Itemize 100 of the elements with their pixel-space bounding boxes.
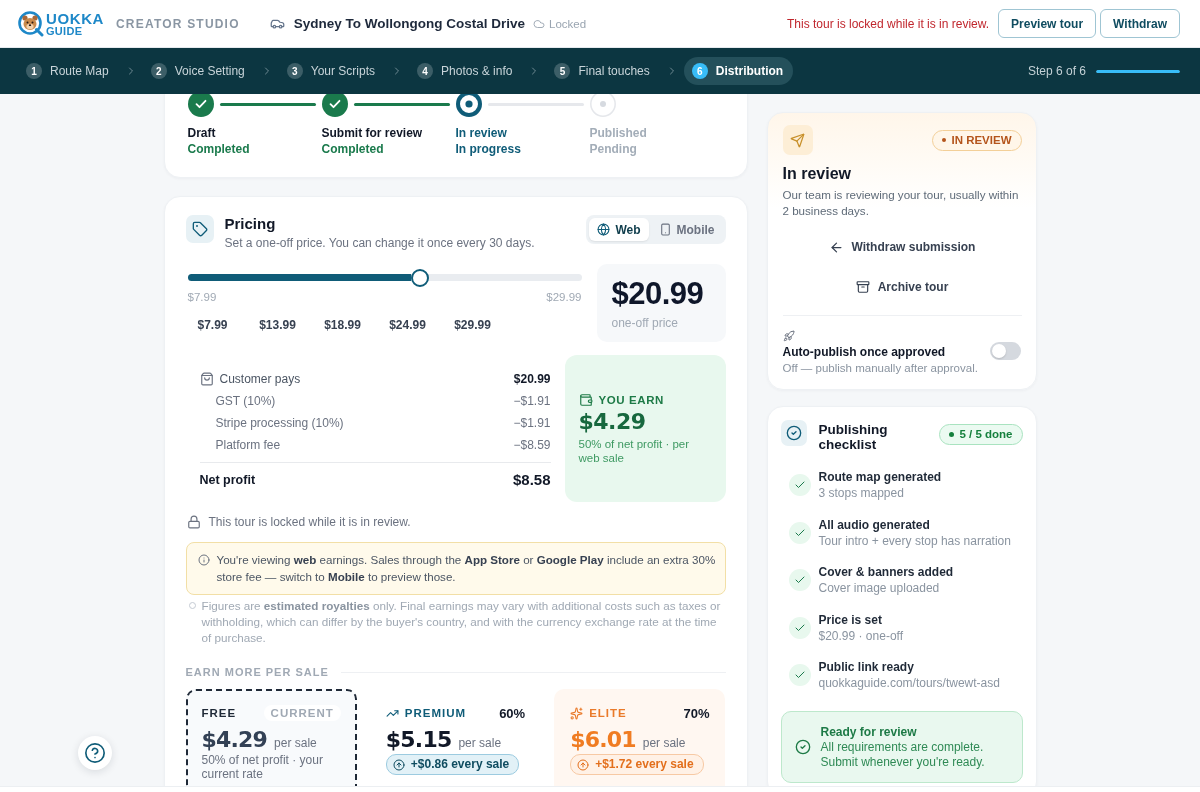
tier-share: 70% bbox=[683, 705, 710, 721]
status-label: IN REVIEW bbox=[951, 132, 1012, 148]
section-title: Pricing bbox=[224, 215, 277, 233]
current-tag: CURRENT bbox=[263, 705, 341, 721]
breakdown-value: −$1.91 bbox=[513, 416, 551, 430]
tier-name: FREE bbox=[201, 707, 237, 719]
help-button[interactable] bbox=[78, 736, 112, 770]
ready-text: All requirements are complete. Submit whenever you're ready. bbox=[820, 740, 986, 769]
toggle-switch[interactable] bbox=[989, 342, 1021, 360]
tier-unit: per sale bbox=[458, 736, 502, 750]
section-subtitle: Set a one-off price. You can change it once every 30 days. bbox=[224, 235, 535, 251]
breakdown-value: −$8.59 bbox=[513, 438, 551, 452]
preset-price-button[interactable]: $18.99 bbox=[315, 313, 370, 337]
gain-label: +$1.72 every sale bbox=[595, 757, 694, 772]
footnote-text: Figures are estimated royalties only. Final earnings may vary with additional costs such as taxes or withholding, which can differ by the buyer's country, and with the currency exchange rate at the time of purchase. bbox=[201, 598, 722, 646]
earnings-value: $4.29 bbox=[578, 407, 647, 436]
auto-publish-label: Auto-publish once approved bbox=[782, 344, 947, 360]
checklist-item-title: Route map generated bbox=[818, 469, 942, 485]
checklist-item-detail: $20.99 · one-off bbox=[818, 627, 903, 644]
stage-label: In review bbox=[455, 125, 508, 141]
wallet-icon bbox=[578, 392, 593, 407]
checklist-item-detail: Cover image uploaded bbox=[818, 580, 941, 596]
status-dot-icon bbox=[942, 138, 947, 142]
globe-icon bbox=[597, 223, 611, 236]
ready-title: Ready for review bbox=[820, 725, 918, 740]
step-tab[interactable]: 1 Route Map bbox=[18, 57, 119, 85]
review-action-button[interactable]: Withdraw submission bbox=[782, 231, 1022, 263]
step-number: 6 bbox=[691, 63, 708, 79]
phone-icon bbox=[658, 223, 672, 236]
stage-label: Draft bbox=[187, 125, 217, 141]
range-min-label: $7.99 bbox=[187, 291, 217, 303]
checklist-item-detail: Tour intro + every stop has narration bbox=[818, 532, 1011, 549]
breakdown-label: Stripe processing (10%) bbox=[215, 416, 344, 430]
breakdown-label: Net profit bbox=[199, 472, 256, 487]
step-number: 5 bbox=[554, 63, 571, 79]
tag-icon bbox=[185, 215, 214, 243]
step-number: 1 bbox=[26, 63, 42, 79]
breakdown-value: $20.99 bbox=[513, 372, 551, 386]
checklist-item-detail: quokkaguide.com/tours/twewt-asd bbox=[818, 675, 1000, 691]
step-count: Step 6 of 6 bbox=[1027, 64, 1086, 78]
breakdown-label: GST (10%) bbox=[215, 394, 276, 408]
checklist-item-title: Cover & banners added bbox=[818, 564, 954, 580]
earnings-label: YOU EARN bbox=[598, 393, 664, 406]
tier-note: 50% of net profit · your current rate bbox=[201, 753, 324, 781]
logo-mark bbox=[18, 10, 44, 37]
preset-price-button[interactable]: $29.99 bbox=[445, 313, 500, 337]
locked-notice: This tour is locked while it is in review. bbox=[787, 16, 990, 31]
earnings-note: 50% of net profit · per web sale bbox=[578, 436, 691, 465]
studio-label: CREATOR STUDIO bbox=[116, 16, 240, 31]
breakdown-label: Customer pays bbox=[219, 372, 301, 386]
check-circle-icon bbox=[794, 739, 811, 755]
step-number: 3 bbox=[286, 63, 303, 79]
tier-name: PREMIUM bbox=[404, 707, 467, 719]
slider-thumb[interactable] bbox=[410, 268, 429, 287]
rocket-icon bbox=[782, 330, 795, 342]
lock-status: Locked bbox=[549, 17, 587, 30]
tier-amount: $4.29 bbox=[201, 727, 268, 753]
platform-tab[interactable]: Mobile bbox=[650, 218, 723, 241]
tier-unit: per sale bbox=[642, 736, 686, 750]
step-tab[interactable]: 3 Your Scripts bbox=[278, 57, 386, 85]
breakdown-value: −$1.91 bbox=[513, 394, 551, 408]
cloud-icon bbox=[533, 17, 545, 30]
step-number: 4 bbox=[417, 63, 434, 79]
checklist-title: Publishing checklist bbox=[818, 422, 889, 452]
small-circle-icon bbox=[188, 602, 196, 609]
step-tab[interactable]: 4 Photos & info bbox=[409, 57, 523, 85]
tier-share: 60% bbox=[499, 705, 526, 721]
preset-price-button[interactable]: $24.99 bbox=[380, 313, 435, 337]
breakdown-label: Platform fee bbox=[215, 438, 281, 452]
info-text: You're viewing web earnings. Sales through the App Store or Google Play include an extra 30% store fee — switch to Mobile to preview those. bbox=[216, 552, 717, 585]
stage-label: Published bbox=[589, 125, 648, 141]
platform-tab[interactable]: Web bbox=[589, 218, 649, 241]
range-max-label: $29.99 bbox=[546, 291, 582, 303]
checklist-item-title: Price is set bbox=[818, 611, 883, 628]
help-icon bbox=[84, 742, 106, 764]
header-button[interactable]: Withdraw bbox=[1100, 9, 1180, 38]
preset-price-button[interactable]: $7.99 bbox=[185, 313, 240, 337]
stage-status: Completed bbox=[321, 141, 385, 157]
tier-unit: per sale bbox=[274, 736, 317, 750]
info-icon bbox=[197, 554, 210, 566]
header-button[interactable]: Preview tour bbox=[998, 9, 1097, 38]
checklist-item-detail: 3 stops mapped bbox=[818, 485, 905, 501]
breakdown-value: $8.58 bbox=[512, 471, 551, 488]
preset-price-button[interactable]: $13.99 bbox=[250, 313, 305, 337]
step-tab[interactable]: 2 Voice Setting bbox=[142, 57, 255, 85]
step-tab[interactable]: 5 Final touches bbox=[546, 57, 660, 85]
arrow-up-circle-icon bbox=[577, 758, 590, 771]
stage-status: In progress bbox=[455, 141, 522, 157]
stage-status: Completed bbox=[187, 141, 251, 157]
review-action-button[interactable]: Archive tour bbox=[782, 271, 1022, 303]
progress-label: 5 / 5 done bbox=[959, 427, 1013, 442]
step-tab[interactable]: 6 Distribution bbox=[683, 57, 794, 85]
logo-subword: GUIDE bbox=[46, 25, 84, 37]
section-heading: EARN MORE PER SALE bbox=[185, 665, 329, 679]
price-value: $20.99 bbox=[611, 276, 704, 312]
auto-publish-description: Off — publish manually after approval. bbox=[782, 361, 978, 376]
review-title: In review bbox=[782, 165, 852, 183]
gain-label: +$0.86 every sale bbox=[410, 757, 510, 772]
checklist-item-title: Public link ready bbox=[818, 659, 915, 675]
tier-amount: $5.15 bbox=[385, 727, 452, 753]
